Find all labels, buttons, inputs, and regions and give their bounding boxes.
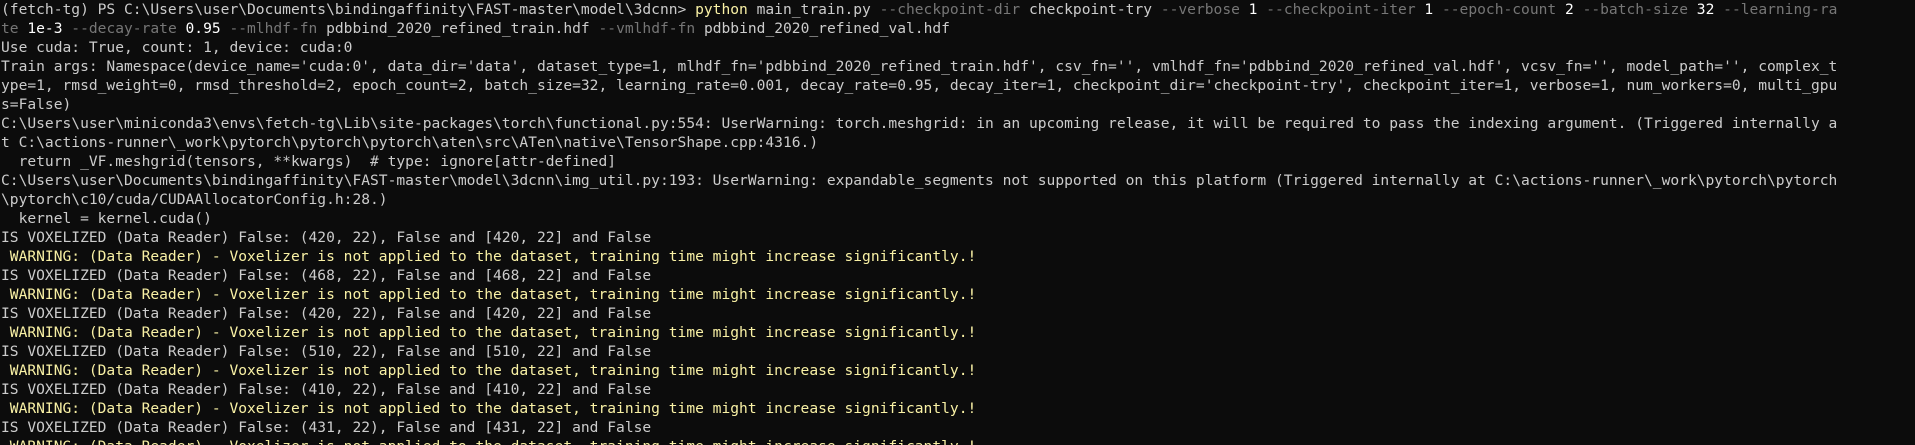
- warning-line: WARNING: (Data Reader) - Voxelizer is no…: [1, 362, 977, 379]
- flag-mlhdf-fn: --mlhdf-fn: [229, 20, 318, 37]
- voxelized-line: IS VOXELIZED (Data Reader) False: (510, …: [1, 343, 652, 360]
- flag-decay-rate: --decay-rate: [71, 20, 177, 37]
- arg-vmlhdf-fn: pdbbind_2020_refined_val.hdf: [695, 20, 950, 37]
- warning-line: WARNING: (Data Reader) - Voxelizer is no…: [1, 248, 977, 265]
- flag-epoch-count: --epoch-count: [1441, 1, 1557, 18]
- output-line: s=False): [1, 96, 72, 113]
- output-line: Train args: Namespace(device_name='cuda:…: [1, 58, 1838, 75]
- voxelized-line: IS VOXELIZED (Data Reader) False: (420, …: [1, 305, 652, 322]
- warning-line: WARNING: (Data Reader) - Voxelizer is no…: [1, 324, 977, 341]
- output-line: ype=1, rmsd_weight=0, rmsd_threshold=2, …: [1, 77, 1838, 94]
- output-line: C:\Users\user\miniconda3\envs\fetch-tg\L…: [1, 115, 1838, 132]
- flag-learning-rate-part2: te: [1, 20, 19, 37]
- command-line-wrap: te 1e-3 --decay-rate 0.95 --mlhdf-fn pdb…: [1, 19, 1915, 38]
- voxelized-line: IS VOXELIZED (Data Reader) False: (420, …: [1, 229, 652, 246]
- flag-vmlhdf-fn: --vmlhdf-fn: [598, 20, 696, 37]
- command-executable: python: [695, 1, 748, 18]
- flag-batch-size: --batch-size: [1582, 1, 1689, 18]
- terminal-window[interactable]: (fetch-tg) PS C:\Users\user\Documents\bi…: [0, 0, 1915, 445]
- output-line: return _VF.meshgrid(tensors, **kwargs) #…: [1, 153, 617, 170]
- flag-learning-rate-part1: --learning-ra: [1723, 1, 1838, 18]
- warning-line: WARNING: (Data Reader) - Voxelizer is no…: [1, 437, 1915, 445]
- warning-line: WARNING: (Data Reader) - Voxelizer is no…: [1, 400, 977, 417]
- flag-checkpoint-dir: --checkpoint-dir: [879, 1, 1021, 18]
- warning-line: WARNING: (Data Reader) - Voxelizer is no…: [1, 286, 977, 303]
- arg-epoch-count: 2: [1556, 1, 1583, 18]
- voxelized-line: IS VOXELIZED (Data Reader) False: (410, …: [1, 381, 652, 398]
- arg-verbose: 1: [1239, 1, 1267, 18]
- arg-checkpoint-dir: checkpoint-try: [1020, 1, 1161, 18]
- arg-batch-size: 32: [1688, 1, 1724, 18]
- output-line: \pytorch\c10/cuda/CUDAAllocatorConfig.h:…: [1, 191, 388, 208]
- command-line: (fetch-tg) PS C:\Users\user\Documents\bi…: [1, 0, 1915, 19]
- flag-verbose: --verbose: [1160, 1, 1240, 18]
- arg-checkpoint-iter: 1: [1415, 1, 1442, 18]
- command-script: main_train.py: [747, 1, 880, 18]
- output-line: C:\Users\user\Documents\bindingaffinity\…: [1, 172, 1838, 189]
- voxelized-line: IS VOXELIZED (Data Reader) False: (468, …: [1, 267, 652, 284]
- arg-decay-rate: 0.95: [176, 20, 230, 37]
- output-line: Use cuda: True, count: 1, device: cuda:0: [1, 39, 353, 56]
- flag-checkpoint-iter: --checkpoint-iter: [1266, 1, 1416, 18]
- output-line: kernel = kernel.cuda(): [1, 210, 212, 227]
- arg-mlhdf-fn: pdbbind_2020_refined_train.hdf: [317, 20, 599, 37]
- voxelized-line: IS VOXELIZED (Data Reader) False: (431, …: [1, 419, 652, 436]
- arg-learning-rate: 1e-3: [18, 20, 72, 37]
- output-line: t C:\actions-runner\_work\pytorch\pytorc…: [1, 134, 819, 151]
- prompt: (fetch-tg) PS C:\Users\user\Documents\bi…: [1, 1, 696, 18]
